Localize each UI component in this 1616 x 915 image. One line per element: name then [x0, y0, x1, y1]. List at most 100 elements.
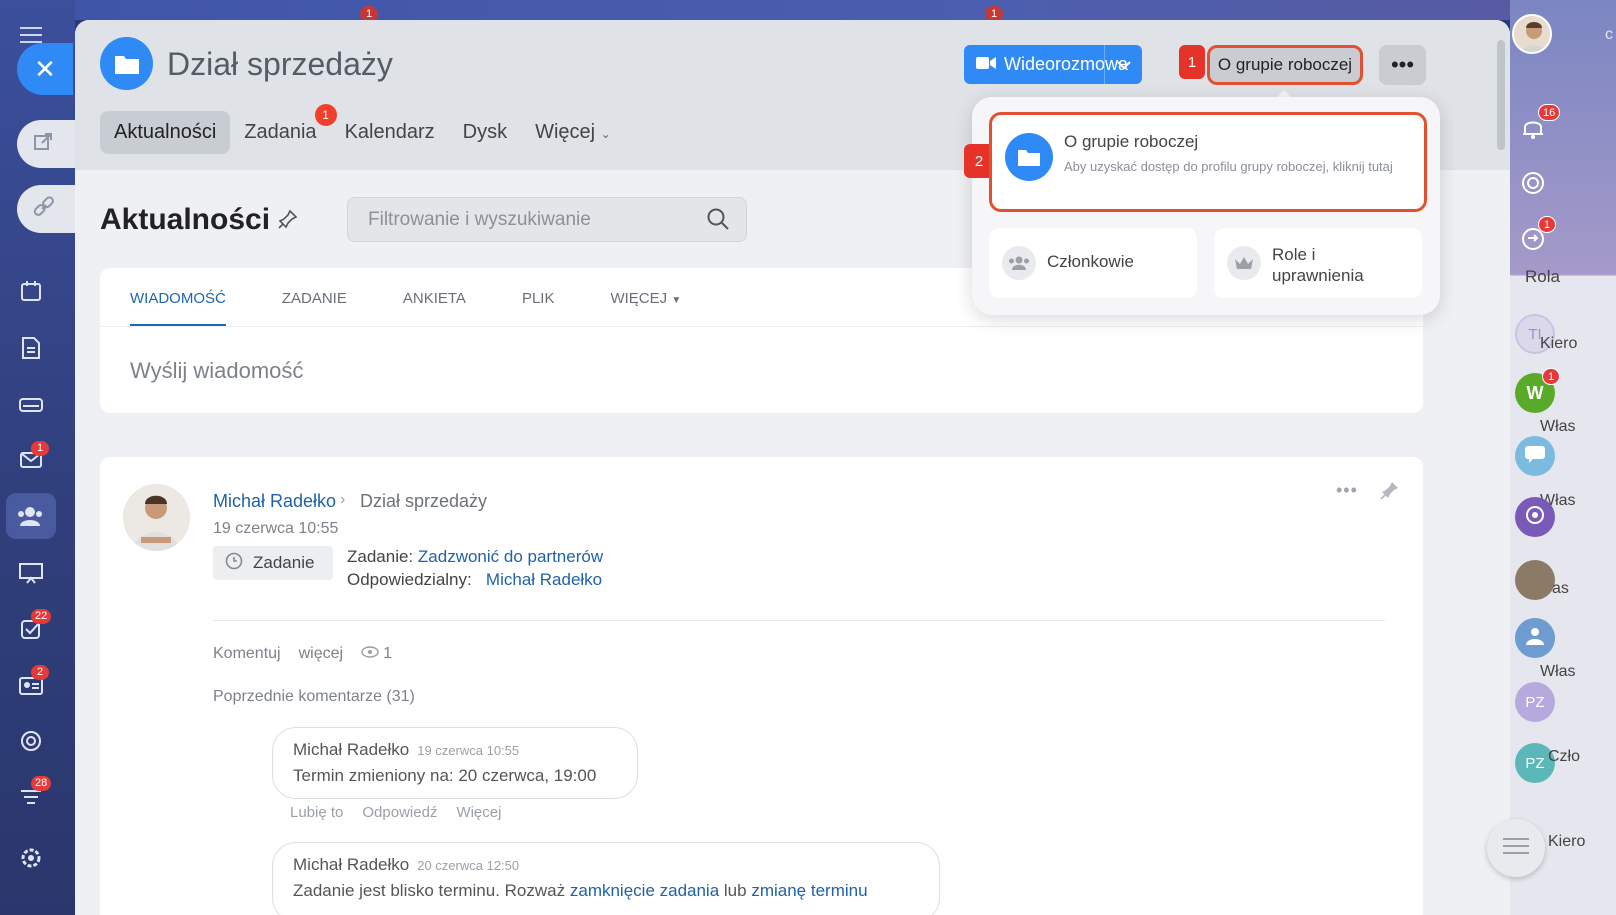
role-label: Rola: [1525, 267, 1560, 286]
slider-scrollbar[interactable]: [1497, 40, 1505, 150]
close-slider-button[interactable]: ✕: [17, 43, 73, 95]
author-avatar[interactable]: [123, 484, 190, 551]
about-group-card[interactable]: O grupie roboczej Aby uzyskać dostęp do …: [989, 112, 1427, 212]
roles-label: Role i uprawnienia: [1272, 245, 1364, 285]
feed-title: Aktualności: [100, 203, 298, 237]
more-action[interactable]: więcej: [299, 645, 343, 663]
close-task-link[interactable]: zamknięcie zadania: [570, 881, 719, 900]
composer-tab-task[interactable]: ZADANIE: [282, 290, 347, 326]
right-label-1: Kiero: [1540, 335, 1578, 352]
group-title: Dział sprzedaży: [167, 46, 393, 82]
video-camera-icon: [976, 54, 996, 75]
user-avatar[interactable]: [1512, 14, 1552, 54]
post-destination[interactable]: Dział sprzedaży: [360, 491, 487, 512]
right-label-5: Włas: [1540, 663, 1576, 680]
views-counter: 1: [361, 645, 392, 663]
composer-tab-message[interactable]: WIADOMOŚĆ: [130, 290, 226, 326]
chat-bubble-icon: [1523, 444, 1547, 468]
chat-badge: 1: [1538, 216, 1556, 233]
copy-link-button[interactable]: [17, 185, 77, 233]
responsible-line: Odpowiedzialny: Michał Radełko: [347, 570, 602, 590]
w-badge: 1: [1542, 368, 1560, 385]
like-action[interactable]: Lubię to: [290, 804, 343, 821]
open-new-window-button[interactable]: [17, 120, 77, 168]
feed-title-text: Aktualności: [100, 203, 271, 236]
group-avatar[interactable]: [1515, 618, 1555, 658]
tab-calendar[interactable]: Kalendarz: [331, 111, 449, 154]
drive-icon[interactable]: [18, 392, 44, 418]
composer-tab-poll[interactable]: ANKIETA: [403, 290, 466, 326]
group-menu-popup: 2 O grupie roboczej Aby uzyskać dostęp d…: [964, 97, 1440, 315]
tab-drive[interactable]: Dysk: [449, 111, 521, 154]
target-circle-icon[interactable]: [1520, 170, 1546, 201]
about-group-title: O grupie roboczej: [1064, 132, 1199, 151]
post-date: 19 czerwca 10:55: [213, 520, 339, 537]
comment-bubble: Michał Radełko 20 czerwca 12:50 Zadanie j…: [272, 842, 940, 915]
comment-action[interactable]: Komentuj: [213, 645, 281, 663]
settings-icon[interactable]: [18, 845, 44, 871]
about-group-label: O grupie roboczej: [1217, 55, 1353, 74]
task-link[interactable]: Zadzwonić do partnerów: [418, 547, 603, 566]
chevron-right-icon: ›: [340, 491, 346, 508]
pin-icon[interactable]: [278, 209, 298, 233]
eye-icon: [361, 645, 379, 663]
external-link-icon: [33, 132, 53, 157]
comment-author[interactable]: Michał Radełko: [293, 740, 409, 759]
close-icon: ✕: [34, 53, 56, 84]
comment-author[interactable]: Michał Radełko: [293, 855, 409, 874]
presentation-icon[interactable]: [18, 560, 44, 586]
feed-badge: 28: [31, 776, 52, 791]
chevron-down-icon: ⌄: [600, 127, 611, 141]
right-label-6: Czło: [1548, 748, 1581, 765]
tab-tasks-label: Zadania: [244, 121, 317, 143]
more-options-button[interactable]: •••: [1379, 45, 1426, 85]
comment-more-action[interactable]: Więcej: [456, 804, 501, 821]
photo-avatar[interactable]: [1515, 560, 1555, 600]
groups-icon[interactable]: [17, 503, 43, 529]
tab-tasks[interactable]: Zadania 1: [230, 104, 337, 154]
task-line: Zadanie: Zadzwonić do partnerów: [347, 547, 603, 567]
contact-avatar-pz-1[interactable]: PZ: [1515, 682, 1555, 722]
comment-text: Termin zmieniony na: 20 czerwca, 19:00: [293, 766, 597, 785]
roles-card[interactable]: Role i uprawnienia: [1214, 228, 1422, 298]
change-deadline-link[interactable]: zmianę terminu: [751, 881, 867, 900]
composer-divider: [100, 326, 1423, 327]
chat-bubble-avatar[interactable]: [1515, 436, 1555, 476]
search-input[interactable]: Filtrowanie i wyszukiwanie: [347, 197, 747, 242]
group-slider-panel: Dział sprzedaży Aktualności Zadania 1 Kal…: [75, 20, 1510, 915]
about-group-description: Aby uzyskać dostęp do profilu grupy robo…: [1064, 159, 1393, 174]
composer-tab-file[interactable]: PLIK: [522, 290, 555, 326]
post-menu-dots-icon[interactable]: •••: [1336, 480, 1358, 501]
members-label: Członkowie: [1047, 252, 1134, 271]
post-divider: [213, 620, 1385, 621]
members-icon: [1002, 246, 1036, 280]
composer-tab-more[interactable]: WIĘCEJ ▼: [610, 290, 681, 326]
video-dropdown-toggle[interactable]: [1105, 54, 1142, 75]
folder-icon: [1005, 133, 1053, 181]
post-author[interactable]: Michał Radełko: [213, 491, 336, 512]
previous-comments-link[interactable]: Poprzednie komentarze (31): [213, 688, 415, 706]
group-icon-small: [1523, 626, 1547, 650]
reply-action[interactable]: Odpowiedź: [362, 804, 437, 821]
about-group-button[interactable]: O grupie roboczej: [1207, 45, 1363, 85]
responsible-link[interactable]: Michał Radełko: [486, 570, 602, 589]
responsible-prefix: Odpowiedzialny:: [347, 570, 472, 589]
search-icon[interactable]: [706, 207, 730, 237]
target-icon[interactable]: [18, 728, 44, 754]
group-avatar-icon: [100, 37, 153, 90]
calendar-icon[interactable]: [18, 278, 44, 304]
document-icon[interactable]: [18, 335, 44, 361]
members-card[interactable]: Członkowie: [989, 228, 1197, 298]
tab-more[interactable]: Więcej ⌄: [521, 111, 625, 154]
target-avatar[interactable]: [1515, 497, 1555, 537]
left-navigation: ✕ 1 22 2 28: [0, 0, 77, 915]
video-call-button[interactable]: Wideorozmowa: [964, 45, 1142, 84]
link-icon: [33, 195, 55, 223]
comment-bubble: Michał Radełko 19 czerwca 10:55 Termin zm…: [272, 727, 638, 799]
tasks-badge: 22: [31, 609, 52, 624]
message-input[interactable]: Wyślij wiadomość: [130, 358, 303, 384]
post-pin-icon[interactable]: [1380, 480, 1400, 505]
tab-news[interactable]: Aktualności: [100, 111, 231, 154]
panel-menu-button[interactable]: [1487, 819, 1545, 877]
comment-text: Zadanie jest blisko terminu. Rozważ zamk…: [293, 881, 868, 901]
